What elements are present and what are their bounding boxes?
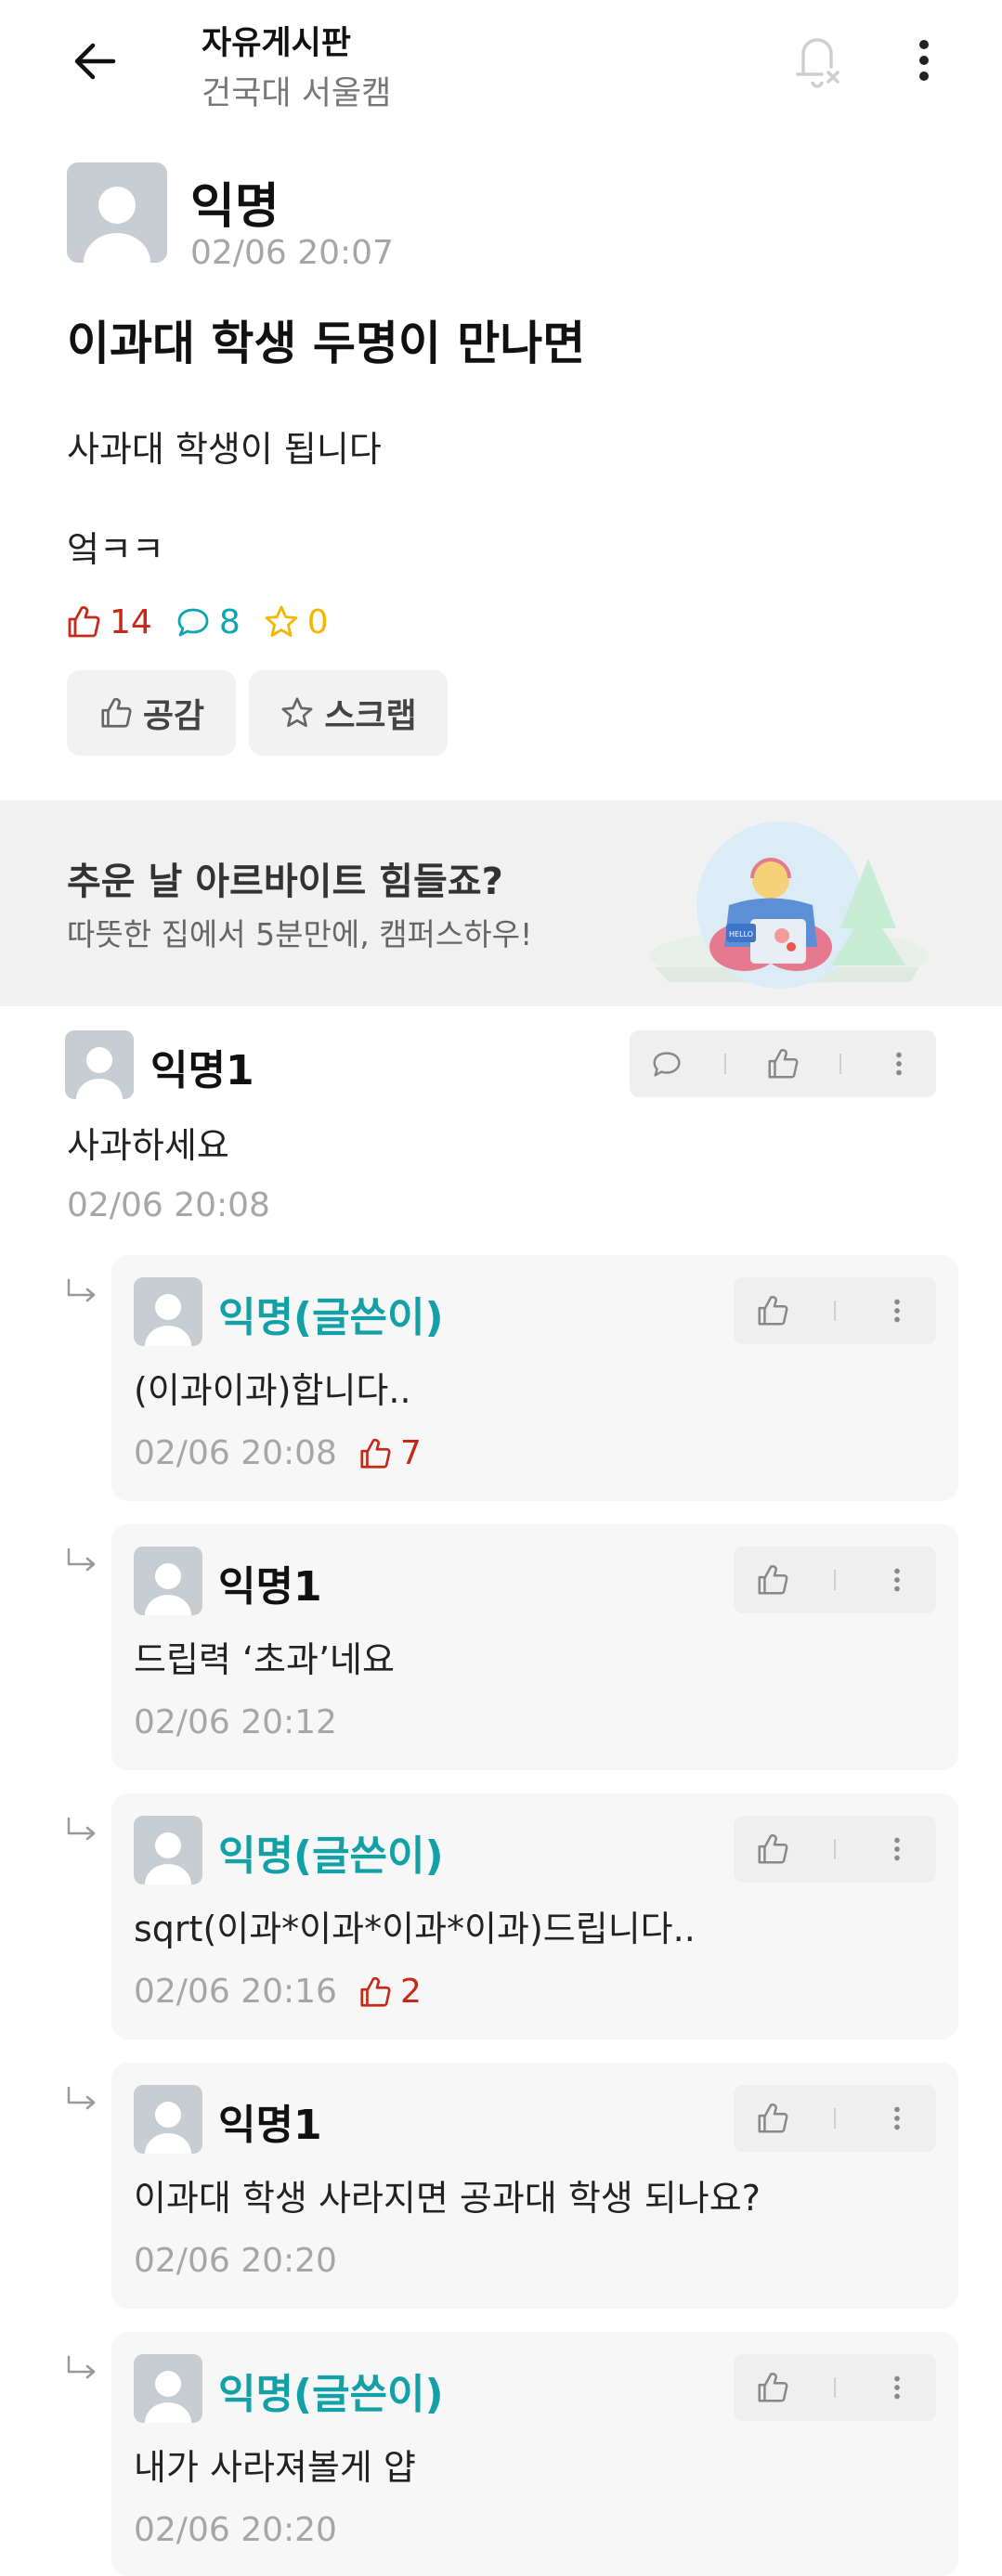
thumbs-up-icon[interactable] xyxy=(755,2101,790,2136)
more-vertical-icon[interactable] xyxy=(879,2101,915,2136)
reply-arrow-icon xyxy=(65,2084,102,2121)
school-name: 건국대 서울캠 xyxy=(202,75,392,112)
comment-timestamp: 02/06 20:12 xyxy=(134,1703,337,1741)
comment-text: (이과이과)합니다.. xyxy=(134,1370,411,1411)
comment-author: 익명1 xyxy=(218,1563,322,1611)
post-author: 익명 xyxy=(190,179,280,235)
thumbs-up-icon xyxy=(360,1438,391,1469)
post-body: 사과대 학생이 됩니다 엌ㅋㅋ xyxy=(67,399,382,600)
speech-bubble-icon xyxy=(177,608,209,637)
comment-actions xyxy=(734,1277,936,1344)
thumbs-up-icon xyxy=(68,606,100,638)
comment-author: 익명(글쓴이) xyxy=(218,1294,444,1341)
more-vertical-icon[interactable] xyxy=(881,1046,917,1081)
comment-avatar xyxy=(134,2354,202,2423)
comment-author: 익명(글쓴이) xyxy=(218,1832,444,1880)
thumbs-up-icon[interactable] xyxy=(755,1832,790,1867)
more-vertical-icon[interactable] xyxy=(879,2370,915,2405)
comment-actions xyxy=(630,1030,936,1097)
comment-text: 드립력 ‘초과’네요 xyxy=(134,1639,395,1680)
star-icon xyxy=(281,697,313,728)
more-vertical-icon[interactable] xyxy=(879,1832,915,1867)
notification-off-icon[interactable] xyxy=(785,26,850,93)
comment-actions xyxy=(734,1816,936,1883)
reply-arrow-icon xyxy=(65,1276,102,1314)
ad-title: 추운 날 아르바이트 힘들죠? xyxy=(67,861,503,903)
comment-count: 8 xyxy=(175,603,241,641)
post-timestamp: 02/06 20:07 xyxy=(190,234,394,272)
thumbs-up-icon[interactable] xyxy=(755,2370,790,2405)
comment-timestamp: 02/06 20:08 7 xyxy=(134,1434,422,1472)
post-title: 이과대 학생 두명이 만나면 xyxy=(67,317,586,370)
post-stats: 14 8 0 xyxy=(65,599,351,645)
comment-avatar xyxy=(134,1547,202,1615)
ad-illustration: HELLO xyxy=(641,808,947,1003)
like-button[interactable]: 공감 xyxy=(67,670,236,756)
comment-timestamp: 02/06 20:16 2 xyxy=(134,1973,422,2011)
back-arrow-icon[interactable] xyxy=(65,28,130,93)
comment-author: 익명(글쓴이) xyxy=(218,2371,444,2418)
reply-arrow-icon xyxy=(65,2353,102,2390)
comment-actions xyxy=(734,1547,936,1613)
comment-actions xyxy=(734,2085,936,2152)
thumbs-up-icon[interactable] xyxy=(755,1293,790,1328)
comment-timestamp: 02/06 20:20 xyxy=(134,2511,337,2549)
comment-timestamp: 02/06 20:08 xyxy=(67,1186,270,1224)
ad-subtitle: 따뜻한 집에서 5분만에, 캠퍼스하우! xyxy=(67,916,533,952)
comment-avatar xyxy=(65,1030,134,1099)
comment-text: 내가 사라져볼게 얍 xyxy=(134,2447,416,2488)
post-body-line: 엌ㅋㅋ xyxy=(67,529,164,570)
board-title: 자유게시판 xyxy=(202,25,352,62)
top-app-bar: 자유게시판 건국대 서울캠 xyxy=(0,0,1002,139)
thumbs-up-icon xyxy=(360,1976,391,2007)
comment-like-count: 2 xyxy=(358,1973,422,2011)
comment-avatar xyxy=(134,1816,202,1884)
thumbs-up-icon[interactable] xyxy=(765,1046,800,1081)
reply-icon[interactable] xyxy=(649,1046,684,1081)
scrap-count: 0 xyxy=(263,603,329,641)
more-vertical-icon[interactable] xyxy=(879,1562,915,1598)
comment-text: 사과하세요 xyxy=(67,1125,229,1166)
scrap-button[interactable]: 스크랩 xyxy=(249,670,448,756)
comment-text: 이과대 학생 사라지면 공과대 학생 되나요? xyxy=(134,2178,761,2219)
like-count: 14 xyxy=(65,603,152,641)
post-body-line: 사과대 학생이 됩니다 xyxy=(67,429,382,470)
reply-arrow-icon xyxy=(65,1546,102,1583)
comment-author: 익명1 xyxy=(218,2102,322,2149)
comment-avatar xyxy=(134,2085,202,2154)
thumbs-up-icon[interactable] xyxy=(755,1562,790,1598)
ad-banner[interactable]: 추운 날 아르바이트 힘들죠? 따뜻한 집에서 5분만에, 캠퍼스하우! HEL… xyxy=(0,800,1002,1006)
svg-text:HELLO: HELLO xyxy=(729,930,753,938)
comment-actions xyxy=(734,2354,936,2421)
thumbs-up-icon xyxy=(101,697,132,728)
more-vertical-icon[interactable] xyxy=(896,28,952,93)
star-icon xyxy=(265,605,298,637)
comment-like-count: 7 xyxy=(358,1434,422,1472)
post-author-avatar xyxy=(67,162,167,263)
more-vertical-icon[interactable] xyxy=(879,1293,915,1328)
comment-timestamp: 02/06 20:20 xyxy=(134,2242,337,2280)
comment-text: sqrt(이과*이과*이과*이과)드립니다.. xyxy=(134,1909,696,1949)
comment-avatar xyxy=(134,1277,202,1346)
reply-arrow-icon xyxy=(65,1815,102,1852)
comment-author: 익명1 xyxy=(150,1047,254,1094)
